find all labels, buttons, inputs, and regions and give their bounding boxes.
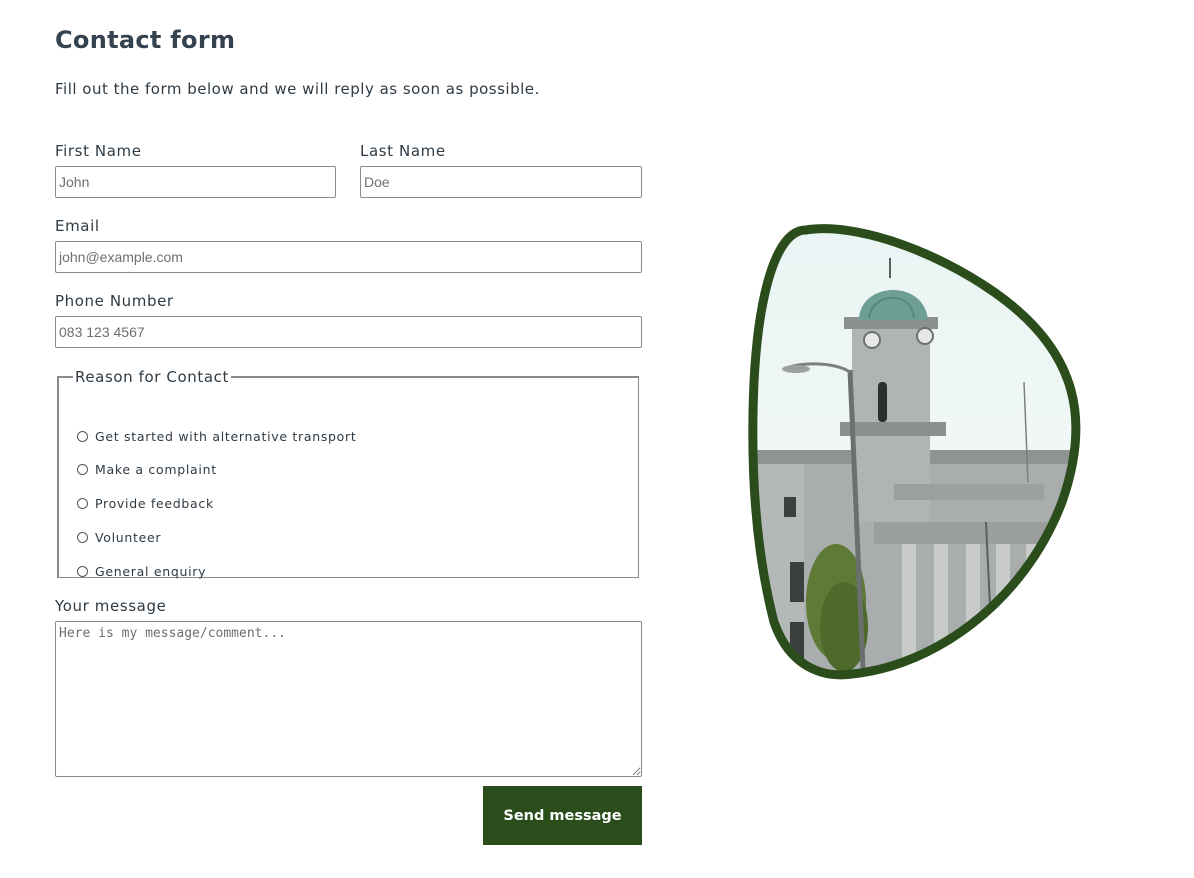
email-label: Email <box>55 217 100 235</box>
reason-option-label: Volunteer <box>95 530 162 545</box>
last-name-input[interactable] <box>360 166 642 198</box>
radio-button[interactable] <box>77 498 88 509</box>
first-name-label: First Name <box>55 142 142 160</box>
phone-label: Phone Number <box>55 292 174 310</box>
last-name-label: Last Name <box>360 142 446 160</box>
first-name-input[interactable] <box>55 166 336 198</box>
contact-page: Contact form Fill out the form below and… <box>0 0 1194 878</box>
reason-option-feedback[interactable]: Provide feedback <box>77 496 214 511</box>
reason-fieldset: Reason for Contact Get started with alte… <box>57 368 639 579</box>
reason-legend: Reason for Contact <box>75 368 229 386</box>
radio-button[interactable] <box>77 431 88 442</box>
message-textarea[interactable] <box>55 621 642 777</box>
reason-option-general[interactable]: General enquiry <box>77 564 206 579</box>
city-hall-photo <box>748 224 1081 680</box>
reason-option-complaint[interactable]: Make a complaint <box>77 462 217 477</box>
message-label: Your message <box>55 597 167 615</box>
email-input[interactable] <box>55 241 642 273</box>
reason-option-volunteer[interactable]: Volunteer <box>77 530 161 545</box>
form-intro: Fill out the form below and we will repl… <box>55 80 540 98</box>
phone-input[interactable] <box>55 316 642 348</box>
reason-option-label: General enquiry <box>95 564 207 579</box>
radio-button[interactable] <box>77 566 88 577</box>
page-title: Contact form <box>55 26 236 54</box>
radio-button[interactable] <box>77 464 88 475</box>
reason-option-transport[interactable]: Get started with alternative transport <box>77 429 356 444</box>
radio-button[interactable] <box>77 532 88 543</box>
reason-option-label: Get started with alternative transport <box>95 429 357 444</box>
reason-option-label: Provide feedback <box>95 496 214 511</box>
send-message-button[interactable]: Send message <box>483 786 642 845</box>
reason-option-label: Make a complaint <box>95 462 217 477</box>
